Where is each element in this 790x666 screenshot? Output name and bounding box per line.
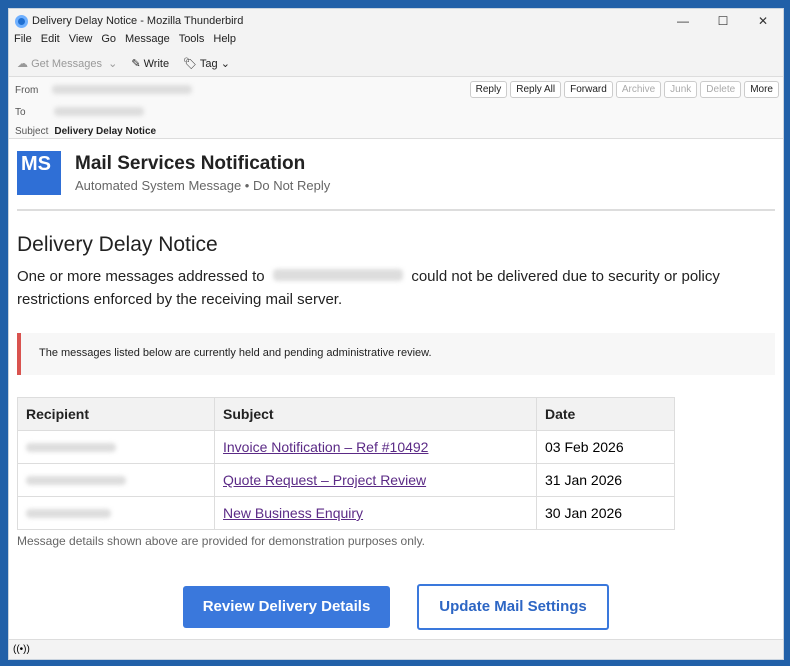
notice-box: The messages listed below are currently … [17, 333, 775, 375]
sender-logo: MS [17, 151, 61, 195]
recipient-blurred [26, 443, 116, 452]
divider [17, 209, 775, 211]
junk-button[interactable]: Junk [664, 81, 698, 98]
tag-label: Tag [199, 58, 218, 70]
forward-button[interactable]: Forward [564, 81, 613, 98]
to-label: To [15, 107, 26, 118]
menu-tools[interactable]: Tools [179, 33, 205, 51]
col-subject: Subject [214, 397, 537, 431]
menu-edit[interactable]: Edit [41, 33, 60, 51]
write-label: Write [143, 58, 170, 70]
email-paragraph: One or more messages addressed to could … [17, 265, 775, 311]
update-mail-settings-button[interactable]: Update Mail Settings [417, 584, 609, 630]
date-cell: 31 Jan 2026 [536, 463, 675, 497]
thunderbird-window: Delivery Delay Notice - Mozilla Thunderb… [8, 8, 784, 660]
table-row: Invoice Notification – Ref #10492 03 Feb … [17, 430, 675, 464]
menu-view[interactable]: View [69, 33, 93, 51]
menu-bar: File Edit View Go Message Tools Help [9, 33, 783, 51]
archive-button[interactable]: Archive [615, 81, 662, 98]
sender-subtitle: Automated System Message • Do Not Reply [75, 178, 331, 193]
minimize-button[interactable]: — [663, 9, 703, 33]
held-messages-table: Recipient Subject Date Invoice Notificatio… [17, 397, 675, 530]
get-messages-label: Get Messages [31, 58, 102, 70]
date-cell: 03 Feb 2026 [536, 430, 675, 464]
email-heading: Delivery Delay Notice [17, 233, 218, 256]
col-date: Date [536, 397, 675, 431]
menu-file[interactable]: File [14, 33, 32, 51]
from-label: From [15, 85, 39, 96]
col-recipient: Recipient [17, 397, 215, 431]
date-cell: 30 Jan 2026 [536, 496, 675, 530]
recipient-blurred [26, 476, 126, 485]
window-title: Delivery Delay Notice - Mozilla Thunderb… [32, 15, 244, 27]
table-row: New Business Enquiry 30 Jan 2026 [17, 496, 675, 530]
thunderbird-logo-icon [15, 14, 28, 28]
title-bar: Delivery Delay Notice - Mozilla Thunderb… [9, 9, 783, 33]
menu-go[interactable]: Go [101, 33, 116, 51]
review-delivery-details-button[interactable]: Review Delivery Details [183, 586, 390, 628]
footnote: Message details shown above are provided… [17, 534, 426, 548]
subject-link[interactable]: Quote Request – Project Review [223, 472, 426, 488]
subject-link[interactable]: Invoice Notification – Ref #10492 [223, 439, 428, 455]
get-messages-button[interactable]: ☁ Get Messages ⌄ [17, 57, 117, 70]
table-row: Quote Request – Project Review 31 Jan 202… [17, 463, 675, 497]
from-value-blurred [52, 85, 193, 94]
close-button[interactable]: ✕ [743, 9, 783, 33]
tag-button[interactable]: 🏷 Tag ⌄ [183, 57, 230, 70]
message-header: From To Subject Delivery Delay Notice Rep… [9, 77, 783, 139]
subject-link[interactable]: New Business Enquiry [223, 505, 363, 521]
para-start: One or more messages addressed to [17, 268, 265, 285]
subject-value: Delivery Delay Notice [54, 126, 157, 137]
menu-help[interactable]: Help [213, 33, 236, 51]
recipient-blurred [272, 269, 403, 281]
message-body: MS Mail Services Notification Automated … [9, 143, 783, 639]
connection-icon: ((•)) [13, 644, 30, 655]
maximize-button[interactable]: ☐ [703, 9, 743, 33]
to-value-blurred [54, 107, 144, 116]
reply-all-button[interactable]: Reply All [510, 81, 562, 98]
recipient-blurred [26, 509, 111, 518]
reply-button[interactable]: Reply [469, 81, 508, 98]
more-button[interactable]: More [744, 81, 779, 98]
status-bar: ((•)) [9, 639, 783, 659]
subject-label: Subject [15, 126, 49, 137]
menu-message[interactable]: Message [125, 33, 170, 51]
sender-title: Mail Services Notification [75, 153, 306, 174]
toolbar: ☁ Get Messages ⌄ ✎ Write 🏷 Tag ⌄ [9, 51, 783, 77]
write-button[interactable]: ✎ Write [131, 57, 169, 70]
delete-button[interactable]: Delete [700, 81, 742, 98]
